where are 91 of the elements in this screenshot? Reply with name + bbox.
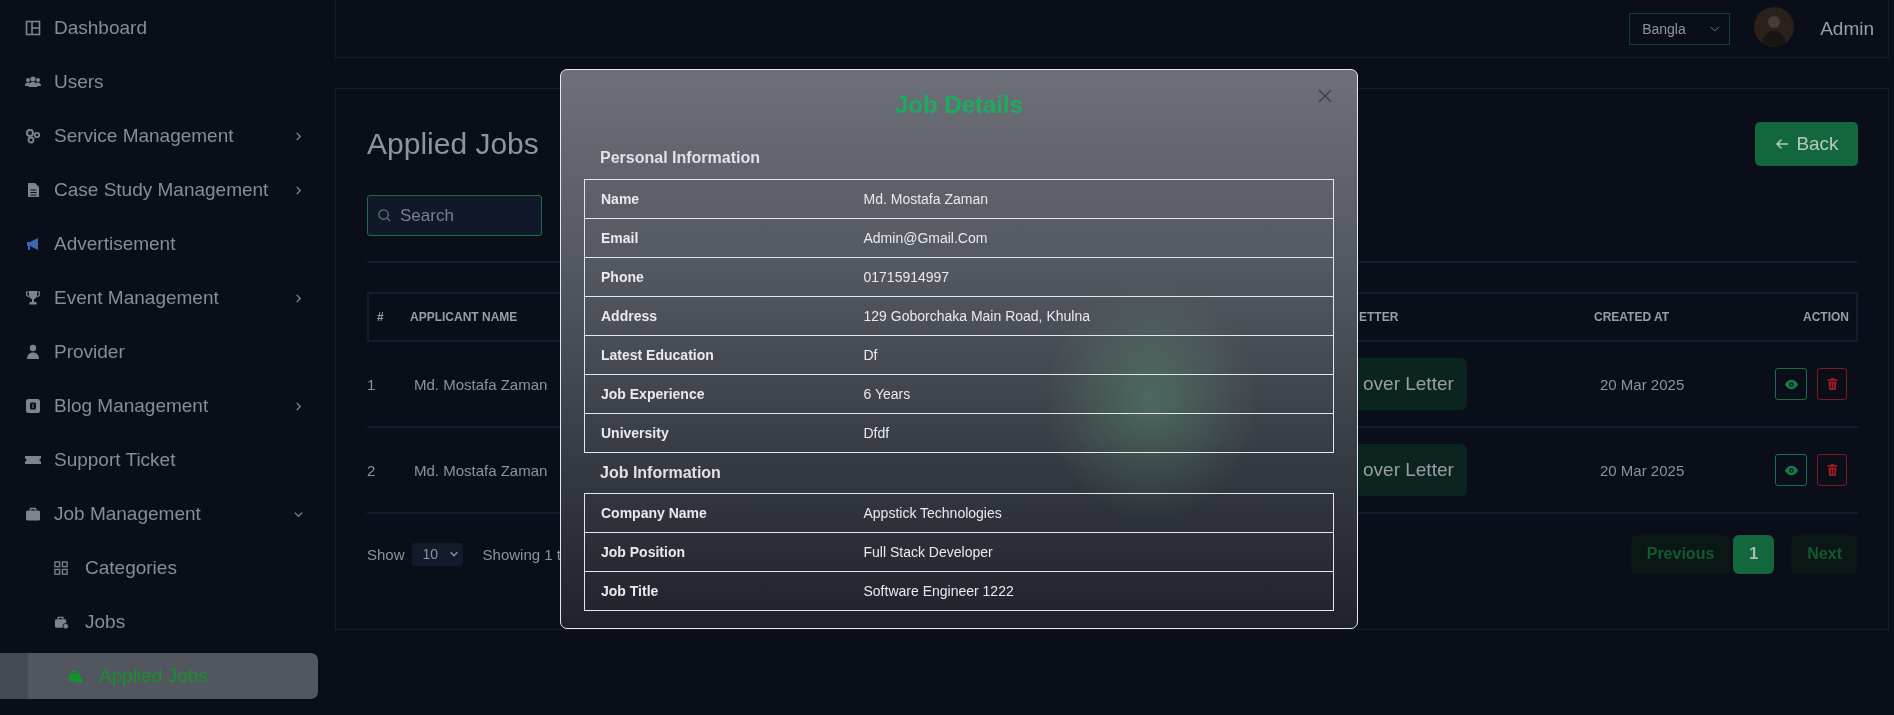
- field-value: 6 Years: [847, 374, 1334, 414]
- trash-icon: [1825, 377, 1839, 391]
- sidebar-item[interactable]: Service Management: [0, 109, 318, 163]
- field-label: Address: [584, 296, 848, 336]
- cover-letter-button[interactable]: over Letter: [1357, 444, 1467, 496]
- sidebar-item[interactable]: Advertisement: [0, 217, 318, 271]
- view-button[interactable]: [1775, 368, 1807, 400]
- field-value: Full Stack Developer: [847, 532, 1334, 572]
- field-value: 129 Goborchaka Main Road, Khulna: [847, 296, 1334, 336]
- field-label: Job Experience: [584, 374, 848, 414]
- table-cell-text: Md. Mostafa Zaman: [413, 461, 549, 479]
- field-label: Latest Education: [584, 335, 848, 375]
- briefcase-icon: [53, 614, 69, 630]
- document-icon: [25, 182, 41, 198]
- field-label: Name: [584, 179, 848, 219]
- megaphone-icon: [25, 236, 41, 252]
- sidebar-item[interactable]: Users: [0, 55, 318, 109]
- section-heading: Personal Information: [599, 148, 762, 168]
- briefcase-icon: [67, 668, 83, 684]
- item-label: Support Ticket: [54, 449, 177, 471]
- field-value: Admin@Gmail.Com: [847, 218, 1334, 258]
- briefcase-icon: [25, 506, 41, 522]
- person-icon: [25, 344, 41, 360]
- field-label: Company Name: [584, 493, 848, 533]
- field-value: Appstick Technologies: [847, 493, 1334, 533]
- column-header: ETTER: [1359, 310, 1400, 324]
- delete-button[interactable]: [1817, 368, 1847, 400]
- column-header: CREATED AT: [1593, 310, 1671, 324]
- column-header: ACTION: [1802, 310, 1850, 324]
- users-icon: [25, 74, 41, 90]
- sidebar-item[interactable]: Case Study Management: [0, 163, 318, 217]
- table-cell-text: 1: [367, 375, 377, 393]
- sidebar-item[interactable]: Job Management: [0, 487, 318, 541]
- sidebar-item[interactable]: Support Ticket: [0, 433, 318, 487]
- item-label: Applied Jobs: [99, 665, 209, 687]
- field-label: Job Title: [584, 571, 848, 611]
- page-button[interactable]: 1: [1733, 534, 1775, 574]
- table-cell-text: 2: [367, 461, 377, 479]
- sidebar-item[interactable]: Categories: [0, 541, 318, 595]
- sidebar-item[interactable]: Blog Management: [0, 379, 318, 433]
- field-value: Dfdf: [847, 413, 1334, 453]
- item-label: Categories: [85, 557, 178, 579]
- item-label: Event Management: [54, 287, 220, 309]
- sidebar-item[interactable]: Event Management: [0, 271, 318, 325]
- sidebar-item[interactable]: Dashboard: [0, 1, 318, 55]
- field-label: Email: [584, 218, 848, 258]
- page-size-select[interactable]: 10: [411, 542, 463, 566]
- cover-letter-button[interactable]: over Letter: [1357, 358, 1467, 410]
- search-field[interactable]: Search: [367, 195, 542, 236]
- trash-icon: [1825, 463, 1839, 477]
- trophy-icon: [25, 290, 41, 306]
- blog-icon: [25, 398, 41, 414]
- item-label: Dashboard: [54, 17, 148, 39]
- field-label: Job Position: [584, 532, 848, 572]
- section-heading: Job Information: [599, 463, 722, 483]
- item-label: Jobs: [85, 611, 127, 633]
- page-title: Applied Jobs: [367, 126, 539, 161]
- grid-icon: [53, 560, 69, 576]
- close-icon: [1317, 88, 1333, 104]
- item-label: Blog Management: [54, 395, 210, 417]
- avatar-icon: [1754, 6, 1795, 47]
- item-label: Job Management: [54, 503, 202, 525]
- sidebar-item[interactable]: Provider: [0, 325, 318, 379]
- gears-icon: [25, 128, 41, 144]
- item-label: Users: [54, 71, 105, 93]
- view-button[interactable]: [1775, 454, 1807, 486]
- item-label: Advertisement: [54, 233, 177, 255]
- field-value: 01715914997: [847, 257, 1334, 297]
- user-name: Admin: [1820, 17, 1874, 40]
- field-label: Phone: [584, 257, 848, 297]
- modal-title: Job Details: [894, 90, 1023, 120]
- chevron-down-icon: [448, 549, 459, 559]
- search-icon: [377, 208, 392, 223]
- sidebar-item[interactable]: Jobs: [0, 595, 318, 649]
- table-cell-text: 20 Mar 2025: [1599, 375, 1686, 393]
- grid-icon: [25, 20, 41, 36]
- language-select[interactable]: Bangla: [1629, 12, 1731, 45]
- field-label: University: [584, 413, 848, 453]
- show-label: Show: [367, 545, 405, 563]
- delete-button[interactable]: [1817, 454, 1847, 486]
- table-cell-text: Md. Mostafa Zaman: [413, 375, 549, 393]
- field-value: Df: [847, 335, 1334, 375]
- table-cell-text: 20 Mar 2025: [1599, 461, 1686, 479]
- item-label: Service Management: [54, 125, 235, 147]
- field-value: Software Engineer 1222: [847, 571, 1334, 611]
- item-label: Provider: [54, 341, 126, 363]
- item-label: Case Study Management: [54, 179, 270, 201]
- column-header: #: [376, 310, 385, 324]
- field-value: Md. Mostafa Zaman: [847, 179, 1334, 219]
- back-button[interactable]: Back: [1755, 121, 1858, 166]
- column-header: APPLICANT NAME: [410, 310, 519, 324]
